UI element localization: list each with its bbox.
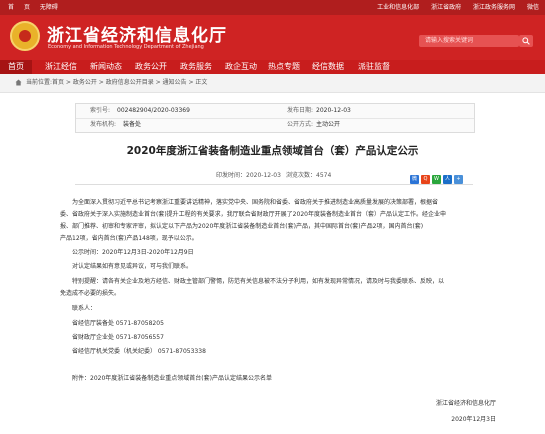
org-value: 装备处 bbox=[123, 121, 142, 128]
miit-link[interactable]: 工业和信息化部 bbox=[377, 4, 419, 11]
site-title-en: Economy and Information Technology Depar… bbox=[48, 44, 204, 50]
announce-period: 公示时间：2020年12月3日-2020年12月9日 bbox=[72, 249, 194, 256]
accessibility-link[interactable]: 无障碍 bbox=[40, 4, 58, 11]
document-title: 2020年度浙江省装备制造业重点领域首台（套）产品认定公示 bbox=[126, 145, 419, 157]
search-button[interactable] bbox=[519, 35, 533, 47]
qzone-icon[interactable]: Q bbox=[421, 175, 430, 184]
nav-gov-services[interactable]: 政务服务 bbox=[180, 60, 212, 74]
paragraph-1-line-3: 报、部门推荐、初审和专家评审，拟认定以下产品为2020年度浙江省装备制造业首台(… bbox=[60, 223, 424, 230]
emblem-logo-icon bbox=[10, 21, 40, 51]
topbar-home-link-2[interactable]: 页 bbox=[24, 4, 30, 11]
search-icon bbox=[522, 37, 530, 45]
scope-label: 公开方式: bbox=[287, 121, 314, 128]
scope-value: 主动公开 bbox=[316, 121, 341, 128]
signature-org: 浙江省经济和信息化厅 bbox=[435, 400, 496, 407]
print-date: 印发时间：2020-12-03 bbox=[216, 172, 281, 179]
breadcrumb-text[interactable]: 当前位置:首页 > 政务公开 > 政府信息公开目录 > 通知公告 > 正文 bbox=[26, 74, 207, 92]
search-placeholder: 请输入搜索关键词 bbox=[425, 37, 474, 44]
nav-news[interactable]: 新闻动态 bbox=[90, 60, 122, 74]
nav-data[interactable]: 经信数据 bbox=[312, 60, 344, 74]
nav-supervision[interactable]: 派驻监督 bbox=[358, 60, 390, 74]
zj-gov-link[interactable]: 浙江省政府 bbox=[431, 4, 461, 11]
reminder-line-2: 免造成不必要的损失。 bbox=[60, 290, 121, 297]
search-input[interactable]: 请输入搜索关键词 bbox=[419, 35, 519, 47]
home-icon bbox=[15, 79, 22, 86]
nav-home[interactable]: 首页 bbox=[0, 60, 32, 74]
breadcrumb: 当前位置:首页 > 政务公开 > 政府信息公开目录 > 通知公告 > 正文 bbox=[0, 74, 545, 93]
paragraph-1-line-4: 产品12项，省内首台(套)产品148项，现予以公示。 bbox=[60, 235, 198, 242]
date-value: 2020-12-03 bbox=[316, 107, 351, 114]
date-label: 发布日期: bbox=[287, 107, 314, 114]
contact-1: 省经信厅装备处 0571-87058205 bbox=[72, 320, 164, 327]
top-utility-bar: 首 页 无障碍 工业和信息化部 浙江省政府 浙江政务服务网 微信 bbox=[0, 0, 545, 15]
zj-service-link[interactable]: 浙江政务服务网 bbox=[473, 4, 515, 11]
wechat-link[interactable]: 微信 bbox=[527, 4, 539, 11]
attachment-link[interactable]: 附件：2020年度浙江省装备制造业重点领域首台(套)产品认定结果公示名单 bbox=[72, 373, 272, 385]
reminder-line-1: 特别提醒：请各有关企业及地方经信、财政主管部门警惕，防范有关信息被不法分子利用，… bbox=[72, 278, 445, 285]
view-count: 浏览次数：4574 bbox=[286, 172, 332, 179]
more-icon[interactable]: + bbox=[454, 175, 463, 184]
nav-gov-affairs[interactable]: 政务公开 bbox=[135, 60, 167, 74]
contact-2: 省财政厅企业处 0571-87056557 bbox=[72, 334, 164, 341]
nav-topics[interactable]: 热点专题 bbox=[268, 60, 300, 74]
topbar-home-link-1[interactable]: 首 bbox=[8, 4, 14, 11]
site-title[interactable]: 浙江省经济和信息化厅 bbox=[47, 21, 227, 46]
paragraph-1-line-2: 委、省政府关于深入实施制造业首台(套)提升工程的有关要求，我厅联合省财政厅开展了… bbox=[60, 211, 446, 218]
renren-icon[interactable]: 人 bbox=[443, 175, 452, 184]
index-label: 索引号: bbox=[90, 107, 111, 114]
signature-date: 2020年12月3日 bbox=[451, 416, 496, 423]
contact-3: 省经信厅机关党委（机关纪委） 0571-87053338 bbox=[72, 348, 206, 355]
nav-zhejiang-jingxin[interactable]: 浙江经信 bbox=[45, 60, 77, 74]
index-value: 002482904/2020-03369 bbox=[117, 107, 190, 114]
nav-interaction[interactable]: 政企互动 bbox=[225, 60, 257, 74]
feedback-note: 对认定结果如有意见或异议，可与我们联系。 bbox=[72, 263, 193, 270]
wechat-icon[interactable]: W bbox=[432, 175, 441, 184]
main-nav: 首页 浙江经信 新闻动态 政务公开 政务服务 政企互动 热点专题 经信数据 派驻… bbox=[0, 60, 545, 74]
weibo-icon[interactable]: 微 bbox=[410, 175, 419, 184]
contact-heading: 联系人： bbox=[72, 305, 97, 312]
document-meta-table: 索引号: 002482904/2020-03369 发布日期: 2020-12-… bbox=[75, 103, 475, 133]
org-label: 发布机构: bbox=[90, 121, 117, 128]
paragraph-1-line-1: 为全面深入贯彻习近平总书记考察浙江重要讲话精神，落实党中央、国务院和省委、省政府… bbox=[72, 199, 439, 206]
